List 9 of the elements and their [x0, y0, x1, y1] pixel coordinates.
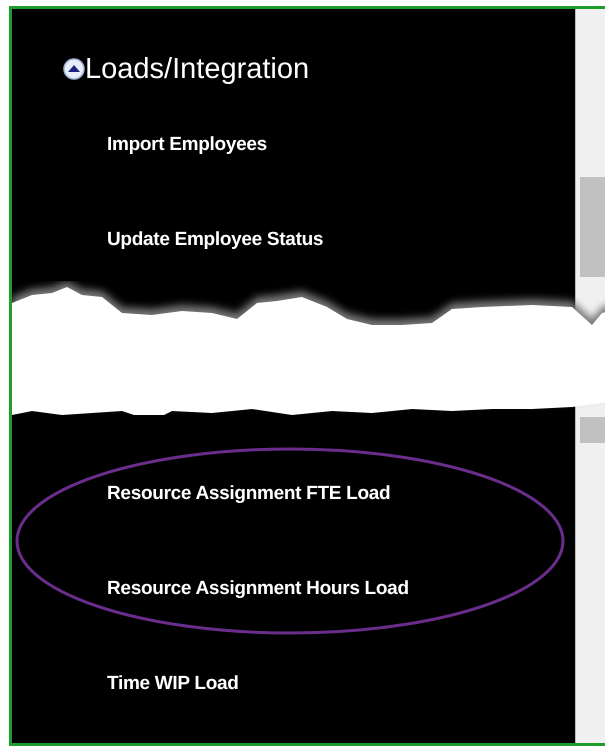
- menu-link[interactable]: Resource Assignment FTE Load: [107, 482, 390, 504]
- menu-link[interactable]: Resource Assignment Hours Load: [107, 578, 409, 600]
- collapse-icon[interactable]: [63, 58, 85, 80]
- scrollbar-thumb[interactable]: [580, 417, 605, 443]
- scrollbar-thumb[interactable]: [580, 177, 605, 277]
- menu-link[interactable]: Update Employee Status: [107, 228, 324, 250]
- section-title[interactable]: Loads/Integration: [85, 49, 310, 89]
- menu-link[interactable]: Import Employees: [107, 134, 267, 156]
- menu-link[interactable]: Time WIP Load: [107, 672, 239, 694]
